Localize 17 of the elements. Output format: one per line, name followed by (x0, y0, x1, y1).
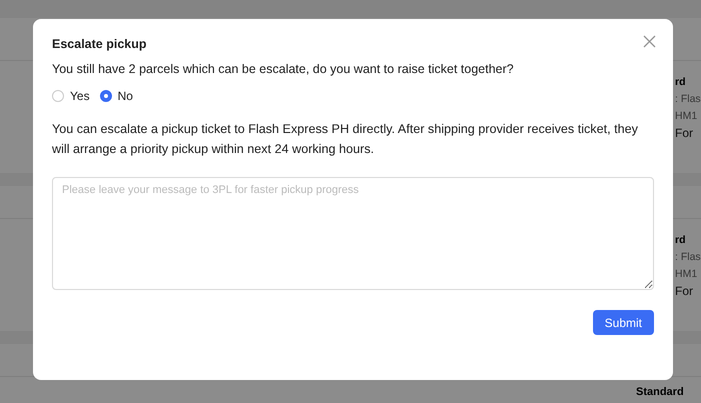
order-text: HM1 (675, 109, 698, 123)
description-text: You can escalate a pickup ticket to Flash Express PH directly. After shipping provider receives ticket, they will arrange a priority pickup within next 24 working hours. (52, 121, 639, 158)
order-text: For (675, 126, 693, 140)
order-text: For (675, 284, 693, 298)
order-text: : Flas (675, 92, 701, 106)
dialog-title: Escalate pickup (52, 37, 146, 51)
radio-option[interactable]: No (100, 89, 133, 103)
submit-button[interactable]: Submit (592, 310, 654, 335)
order-text: Standard (636, 385, 684, 399)
radio-option[interactable]: Yes (52, 89, 90, 103)
message-field[interactable]: Please leave your message to 3PL for faster pickup progress (52, 177, 654, 290)
order-text: rd (675, 75, 686, 89)
question-text: You still have 2 parcels which can be escalate, do you want to raise ticket together? (52, 62, 515, 76)
order-text: rd (675, 233, 686, 247)
close-icon[interactable] (643, 35, 656, 48)
order-text: : Flas (675, 250, 701, 264)
order-text: HM1 (675, 267, 698, 281)
